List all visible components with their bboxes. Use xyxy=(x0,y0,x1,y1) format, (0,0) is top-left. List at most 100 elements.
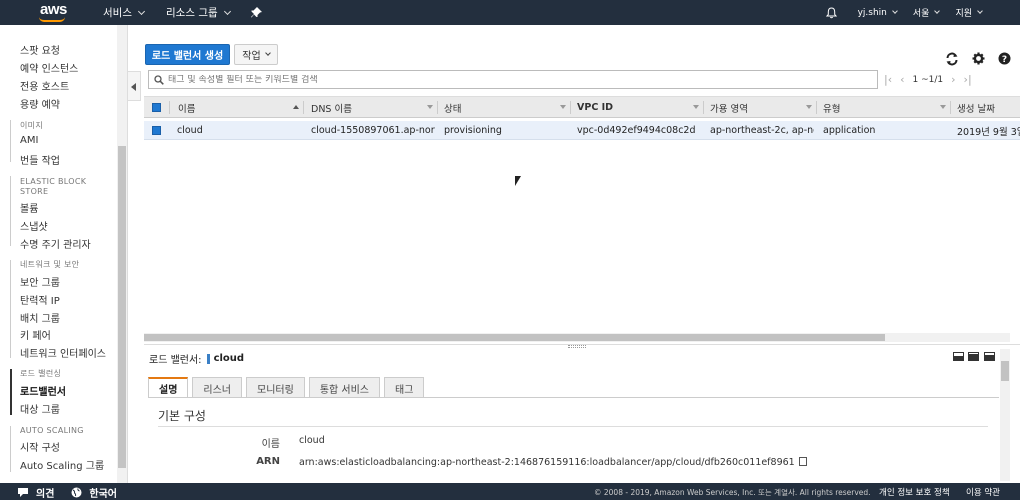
sort-icon xyxy=(693,105,699,109)
support-menu[interactable]: 지원 xyxy=(955,0,983,25)
field-value-name: cloud xyxy=(299,435,325,446)
select-all-checkbox[interactable] xyxy=(152,97,161,118)
collapse-sidebar-button[interactable] xyxy=(128,71,141,101)
cell-name: cloud xyxy=(177,125,203,136)
sidebar-item-target-groups[interactable]: 대상 그룹 xyxy=(20,401,60,416)
tab-tags[interactable]: 태그 xyxy=(384,377,425,398)
column-header-state[interactable]: 상태 xyxy=(444,97,461,118)
section-divider xyxy=(10,120,11,162)
create-load-balancer-button[interactable]: 로드 밸런서 생성 xyxy=(145,44,230,65)
sidebar-section-load-balancing: 로드 밸런싱 xyxy=(20,369,62,378)
column-header-vpc-id[interactable]: VPC ID xyxy=(577,97,613,118)
panel-large-icon[interactable] xyxy=(984,352,995,361)
chevron-down-icon xyxy=(137,7,146,15)
prev-page-icon[interactable]: ‹ xyxy=(900,73,904,86)
sidebar-item-auto-scaling-groups[interactable]: Auto Scaling 그룹 xyxy=(20,457,104,472)
terms-link[interactable]: 이용 약관 xyxy=(966,486,1000,498)
table-horizontal-scrollbar[interactable] xyxy=(144,333,1010,342)
filter-input[interactable] xyxy=(168,74,848,85)
sort-asc-icon xyxy=(293,105,299,109)
sidebar-item-reserved-instances[interactable]: 예약 인스턴스 xyxy=(20,60,78,75)
actions-dropdown[interactable]: 작업 xyxy=(234,44,278,65)
sidebar-item-snapshots[interactable]: 스냅샷 xyxy=(20,218,48,233)
tab-integrated-services[interactable]: 통합 서비스 xyxy=(308,377,381,398)
sidebar-item-volumes[interactable]: 볼륨 xyxy=(20,200,38,215)
sidebar-item-ami[interactable]: AMI xyxy=(20,135,38,146)
section-title: 기본 구성 xyxy=(158,409,206,423)
top-nav: aws 서비스 리소스 그룹 yj.shin 서울 지원 xyxy=(0,0,1020,25)
sidebar-item-placement-groups[interactable]: 배치 그룹 xyxy=(20,310,60,325)
first-page-icon[interactable]: |‹ xyxy=(884,73,892,86)
field-value-arn: arn:aws:elasticloadbalancing:ap-northeas… xyxy=(299,456,807,468)
section-divider xyxy=(158,426,988,427)
scrollbar-thumb[interactable] xyxy=(144,334,885,341)
sidebar-item-bundle-tasks[interactable]: 번들 작업 xyxy=(20,152,60,167)
tab-listeners[interactable]: 리스너 xyxy=(192,377,243,398)
sidebar-item-elastic-ips[interactable]: 탄력적 IP xyxy=(20,292,60,307)
resource-groups-menu[interactable]: 리소스 그룹 xyxy=(166,0,231,25)
pin-icon[interactable] xyxy=(251,0,262,25)
help-icon[interactable]: ? xyxy=(998,52,1012,66)
page-range: 1 ~1/1 xyxy=(912,74,944,85)
bell-icon[interactable] xyxy=(825,0,837,25)
account-menu[interactable]: yj.shin xyxy=(858,0,898,25)
sidebar-item-capacity-reservations[interactable]: 용량 예약 xyxy=(20,96,60,111)
last-page-icon[interactable]: ›| xyxy=(964,73,972,86)
region-menu[interactable]: 서울 xyxy=(913,0,941,25)
aws-logo[interactable]: aws xyxy=(0,0,90,25)
sidebar-scrollbar-thumb[interactable] xyxy=(118,146,126,468)
sidebar-item-spot-requests[interactable]: 스팟 요청 xyxy=(20,42,60,57)
sidebar-item-launch-configurations[interactable]: 시작 구성 xyxy=(20,439,60,454)
section-divider xyxy=(10,426,11,472)
refresh-icon[interactable] xyxy=(945,52,959,66)
services-menu[interactable]: 서비스 xyxy=(103,0,146,25)
resize-grip-icon[interactable] xyxy=(568,345,586,348)
footer: 의견 한국어 © 2008 - 2019, Amazon Web Service… xyxy=(0,483,1020,500)
column-header-name[interactable]: 이름 xyxy=(178,97,195,118)
copy-icon[interactable] xyxy=(798,457,807,466)
field-label-name: 이름 xyxy=(261,439,280,450)
selection-marker xyxy=(206,353,210,364)
search-icon xyxy=(154,74,164,85)
section-divider xyxy=(10,176,11,246)
column-header-dns[interactable]: DNS 이름 xyxy=(311,97,352,118)
table-row[interactable]: cloud cloud-1550897061.ap-northe... prov… xyxy=(144,121,1020,140)
tab-divider xyxy=(148,397,999,398)
detail-vertical-scrollbar[interactable] xyxy=(1000,349,1010,481)
cell-type: application xyxy=(823,125,876,136)
feedback-link[interactable]: 의견 xyxy=(36,485,54,500)
privacy-link[interactable]: 개인 정보 보호 정책 xyxy=(879,486,950,498)
column-header-created[interactable]: 생성 날짜 xyxy=(957,97,995,118)
sidebar-item-key-pairs[interactable]: 키 페어 xyxy=(20,327,51,342)
section-divider xyxy=(10,260,11,358)
sidebar-item-network-interfaces[interactable]: 네트워크 인터페이스 xyxy=(20,345,106,360)
language-selector[interactable]: 한국어 xyxy=(89,485,117,500)
sidebar-item-dedicated-hosts[interactable]: 전용 호스트 xyxy=(20,78,69,93)
sidebar-item-security-groups[interactable]: 보안 그룹 xyxy=(20,274,60,289)
cell-vpc-id: vpc-0d492ef9494c08c2d xyxy=(577,125,696,136)
filter-bar xyxy=(148,70,878,89)
tab-description[interactable]: 설명 xyxy=(148,377,189,398)
column-header-type[interactable]: 유형 xyxy=(823,97,840,118)
detail-title: 로드 밸런서: cloud xyxy=(149,353,245,366)
cell-availability-zones: ap-northeast-2c, ap-nor... xyxy=(710,125,814,136)
pagination: |‹ ‹ 1 ~1/1 › ›| xyxy=(884,70,980,89)
globe-icon xyxy=(71,487,82,498)
table-header: 이름 DNS 이름 상태 VPC ID 가용 영역 유형 생성 날짜 xyxy=(144,96,1020,118)
panel-medium-icon[interactable] xyxy=(968,352,979,361)
scrollbar-thumb[interactable] xyxy=(1001,361,1009,381)
sidebar-item-lifecycle-manager[interactable]: 수명 주기 관리자 xyxy=(20,236,91,251)
sidebar-item-load-balancers[interactable]: 로드밸런서 xyxy=(20,383,66,398)
sidebar-section-network: 네트워크 및 보안 xyxy=(20,260,80,269)
gear-icon[interactable] xyxy=(972,52,986,66)
panel-small-icon[interactable] xyxy=(953,352,964,361)
row-checkbox[interactable] xyxy=(152,121,161,140)
tab-monitoring[interactable]: 모니터링 xyxy=(246,377,305,398)
copyright: © 2008 - 2019, Amazon Web Services, Inc.… xyxy=(594,488,871,497)
aws-smile-icon xyxy=(39,17,65,22)
column-header-availability-zones[interactable]: 가용 영역 xyxy=(710,97,748,118)
field-label-arn: ARN xyxy=(256,456,280,467)
sort-icon xyxy=(427,105,433,109)
sort-icon xyxy=(560,105,566,109)
next-page-icon[interactable]: › xyxy=(951,73,955,86)
